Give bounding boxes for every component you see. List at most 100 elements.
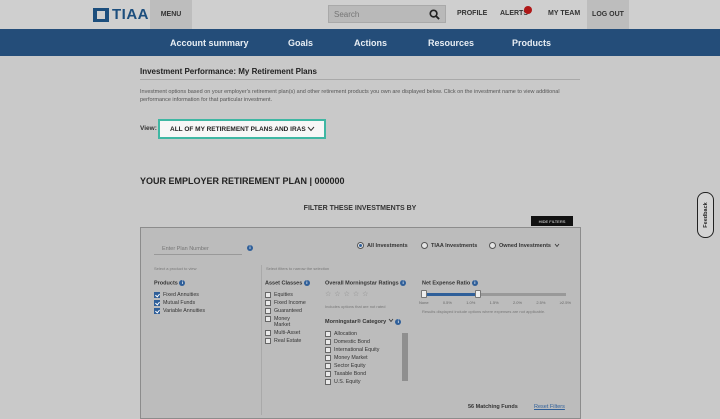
star-rating[interactable]: ☆ ☆ ☆ ☆ ☆: [325, 291, 368, 298]
my-team-link[interactable]: MY TEAM: [548, 10, 580, 17]
checkbox-variable-annuities[interactable]: Variable Annuities: [154, 308, 205, 314]
expense-slider-handle-low[interactable]: [421, 290, 427, 298]
radio-button[interactable]: [489, 242, 496, 249]
star-icon[interactable]: ☆: [334, 291, 340, 298]
panel-divider: [261, 265, 262, 415]
checkbox[interactable]: [325, 331, 331, 337]
checkbox-money-market[interactable]: Money Market: [265, 316, 319, 328]
info-icon[interactable]: i: [395, 318, 402, 325]
info-icon[interactable]: i: [400, 280, 407, 286]
asset-classes-list: Equities Fixed Income Guaranteed Money M…: [265, 292, 319, 344]
plan-number-input[interactable]: [154, 243, 242, 255]
title-divider: [140, 79, 580, 80]
checkbox[interactable]: [265, 338, 271, 344]
expense-slider-track[interactable]: [424, 293, 566, 296]
view-select-value: ALL OF MY RETIREMENT PLANS AND IRAS: [170, 125, 306, 133]
filter-panel: i Select a product to view All Investmen…: [140, 227, 581, 419]
nav-resources[interactable]: Resources: [428, 38, 474, 48]
slider-tick-label: ≥2.5%: [559, 300, 571, 305]
radio-label: Owned Investments: [499, 242, 551, 249]
log-out-button[interactable]: LOG OUT: [587, 0, 629, 29]
search-box: [328, 5, 446, 23]
filter-heading: FILTER THESE INVESTMENTS BY: [303, 205, 417, 212]
checkbox-equities[interactable]: Equities: [265, 292, 319, 298]
category-title-text: Morningstar® Category: [325, 319, 387, 325]
star-icon[interactable]: ☆: [353, 291, 359, 298]
checkbox[interactable]: [325, 363, 331, 369]
checkbox[interactable]: [154, 300, 160, 306]
info-icon[interactable]: i: [179, 280, 186, 286]
checkbox[interactable]: [265, 330, 271, 336]
info-icon[interactable]: i: [303, 280, 310, 286]
checkbox[interactable]: [154, 308, 160, 314]
checkbox-label: Allocation: [334, 331, 357, 337]
radio-button[interactable]: [421, 242, 428, 249]
logo-text: TIAA: [112, 6, 149, 23]
checkbox-real-estate[interactable]: Real Estate: [265, 338, 319, 344]
checkbox-sector-equity[interactable]: Sector Equity: [325, 363, 399, 369]
checkbox-fixed-annuities[interactable]: Fixed Annuities: [154, 292, 205, 298]
chevron-down-icon: [388, 318, 394, 323]
plan-heading: YOUR EMPLOYER RETIREMENT PLAN | 000000: [140, 176, 345, 186]
checkbox-mutual-funds[interactable]: Mutual Funds: [154, 300, 205, 306]
nav-actions[interactable]: Actions: [354, 38, 387, 48]
nav-account-summary[interactable]: Account summary: [170, 38, 249, 48]
reset-filters-link[interactable]: Reset Filters: [534, 404, 565, 410]
checkbox[interactable]: [325, 347, 331, 353]
star-icon[interactable]: ☆: [344, 291, 350, 298]
search-input[interactable]: [329, 6, 425, 22]
ratings-title-text: Overall Morningstar Ratings: [325, 280, 399, 287]
category-list: Allocation Domestic Bond International E…: [325, 331, 399, 399]
plan-hint: Select a product to view: [154, 266, 197, 271]
products-title: Products i: [154, 280, 186, 286]
checkbox-us-equity[interactable]: U.S. Equity: [325, 379, 399, 385]
checkbox[interactable]: [325, 355, 331, 361]
checkbox[interactable]: [265, 292, 271, 298]
checkbox-label: Domestic Bond: [334, 339, 370, 345]
radio-all-investments[interactable]: All Investments: [357, 242, 408, 249]
view-select[interactable]: ALL OF MY RETIREMENT PLANS AND IRAS: [158, 119, 326, 139]
tiaa-logo[interactable]: TIAA: [93, 6, 149, 23]
profile-link[interactable]: PROFILE: [457, 10, 487, 17]
radio-owned-investments[interactable]: Owned Investments: [489, 242, 560, 249]
checkbox-label: Variable Annuities: [163, 308, 206, 314]
search-icon[interactable]: [429, 9, 440, 20]
nav-products[interactable]: Products: [512, 38, 551, 48]
checkbox-allocation[interactable]: Allocation: [325, 331, 399, 337]
expense-slider-handle-high[interactable]: [474, 290, 481, 298]
checkbox-domestic-bond[interactable]: Domestic Bond: [325, 339, 399, 345]
info-icon[interactable]: i: [471, 280, 478, 286]
checkbox[interactable]: [265, 316, 271, 322]
checkbox[interactable]: [325, 371, 331, 377]
radio-button[interactable]: [357, 242, 364, 249]
checkbox-label: Multi-Asset: [274, 330, 301, 336]
feedback-tab[interactable]: Feedback: [697, 192, 714, 238]
radio-tiaa-investments[interactable]: TIAA Investments: [421, 242, 477, 249]
category-scrollbar[interactable]: [402, 333, 408, 381]
checkbox-multi-asset[interactable]: Multi-Asset: [265, 330, 319, 336]
checkbox[interactable]: [265, 308, 271, 314]
radio-label: TIAA Investments: [431, 242, 478, 249]
view-label: View:: [140, 125, 157, 132]
checkbox-international-equity[interactable]: International Equity: [325, 347, 399, 353]
alerts-badge: [524, 6, 532, 14]
checkbox-label: Guaranteed: [274, 308, 302, 314]
star-icon[interactable]: ☆: [362, 291, 368, 298]
checkbox[interactable]: [265, 300, 271, 306]
nav-goals[interactable]: Goals: [288, 38, 313, 48]
menu-button[interactable]: MENU: [150, 0, 192, 29]
checkbox-label: Money Market: [334, 355, 368, 361]
checkbox-fixed-income[interactable]: Fixed Income: [265, 300, 319, 306]
scrollbar-thumb[interactable]: [402, 333, 408, 381]
star-icon[interactable]: ☆: [325, 291, 331, 298]
checkbox[interactable]: [325, 379, 331, 385]
checkbox-guaranteed[interactable]: Guaranteed: [265, 308, 319, 314]
checkbox-taxable-bond[interactable]: Taxable Bond: [325, 371, 399, 377]
checkbox[interactable]: [325, 339, 331, 345]
hide-filters-button[interactable]: HIDE FILTERS: [531, 216, 573, 226]
checkbox[interactable]: [154, 292, 160, 298]
checkbox-money-market-category[interactable]: Money Market: [325, 355, 399, 361]
info-icon[interactable]: i: [247, 245, 253, 251]
checkbox-label: Money Market: [274, 316, 291, 328]
asset-classes-title: Asset Classes i: [265, 280, 310, 286]
